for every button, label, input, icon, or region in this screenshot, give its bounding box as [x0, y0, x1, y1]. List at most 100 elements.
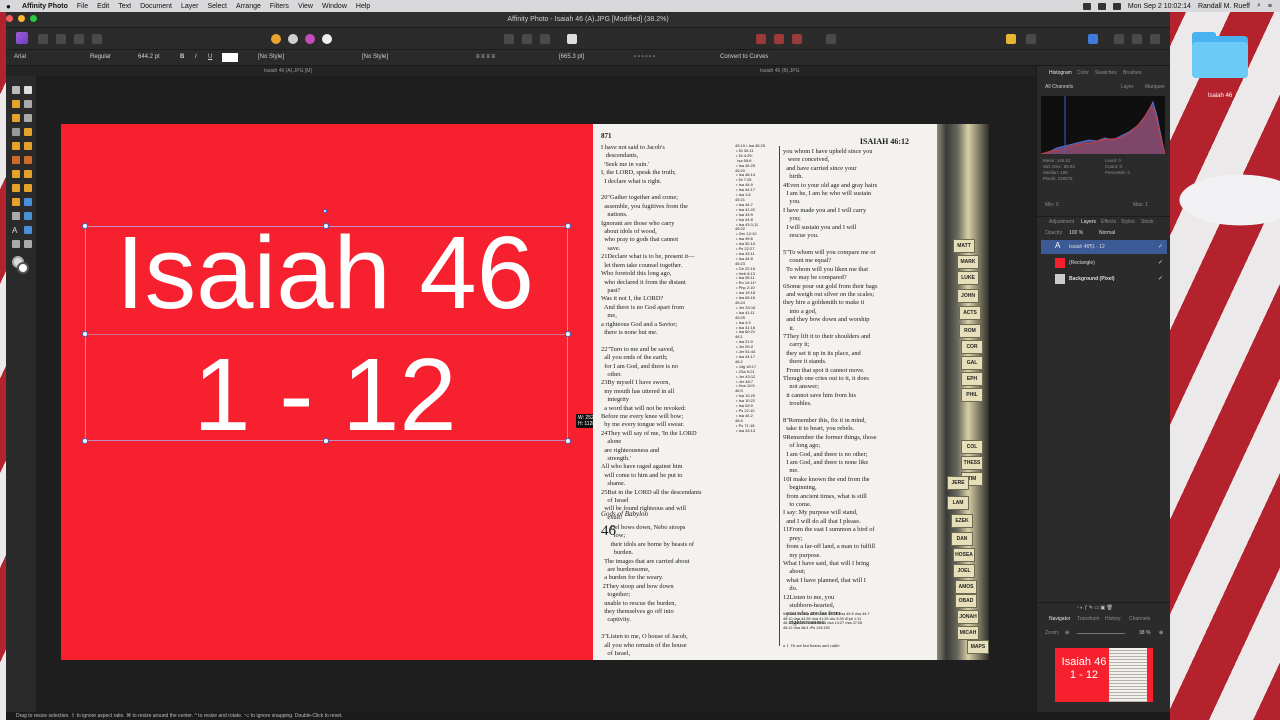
opacity-field[interactable]: 100 % [1069, 230, 1083, 236]
crop-tool-icon[interactable] [24, 100, 32, 108]
control-center-icon[interactable]: ≡ [1268, 3, 1272, 10]
dodge-brush-icon[interactable] [12, 156, 20, 164]
apple-icon[interactable]: ● [6, 2, 14, 11]
tone-mapping-persona-icon[interactable] [74, 34, 84, 44]
assistant-icon[interactable] [1006, 34, 1016, 44]
max-field[interactable]: Max: 1 [1133, 202, 1148, 208]
mask-icon[interactable] [792, 34, 802, 44]
battery-icon[interactable] [1112, 2, 1121, 10]
document[interactable]: Isaiah 46 1 - 12 W: 2525.0 px H: 1128.5 … [61, 124, 989, 660]
quick-mask-icon[interactable] [567, 34, 577, 44]
marquee-toggle[interactable]: Marquee [1145, 84, 1165, 90]
menu-select[interactable]: Select [208, 3, 227, 10]
selection-add-icon[interactable] [522, 34, 532, 44]
pixel-tool-icon[interactable] [12, 142, 20, 150]
tab-styles[interactable]: Styles [1121, 219, 1135, 225]
auto-colors-icon[interactable] [305, 34, 315, 44]
menu-window[interactable]: Window [322, 3, 347, 10]
tab-navigator[interactable]: Navigator [1049, 616, 1070, 622]
wifi-icon[interactable] [1097, 2, 1106, 10]
resize-handle-r[interactable] [565, 331, 571, 337]
clock[interactable]: Mon Sep 2 10:02:14 [1128, 3, 1191, 10]
view-tool-icon[interactable] [12, 86, 20, 94]
paragraph-style-select[interactable]: [No Style] [258, 54, 284, 60]
convert-to-curves-button[interactable]: Convert to Curves [720, 54, 768, 60]
align-buttons[interactable]: ≡ ≡ ≡ ≡ [476, 54, 495, 60]
flood-fill-icon[interactable] [24, 128, 32, 136]
menu-filters[interactable]: Filters [270, 3, 289, 10]
rotate-handle[interactable] [323, 209, 327, 213]
studio-icon[interactable] [1132, 34, 1142, 44]
layer-row-rectangle[interactable]: (Rectangle) ✓ [1041, 256, 1167, 270]
tab-brushes[interactable]: Brushes [1123, 70, 1141, 76]
channel-select[interactable]: All Channels [1045, 84, 1073, 90]
layer-action-icons[interactable]: ▫ ◐ ƒ ✎ ▭ ▣ 🗑 [1077, 605, 1113, 611]
bible-page-photo[interactable]: 871 ISAIAH 46:12 I have not said to Jaco… [593, 124, 937, 660]
snapping-options-icon[interactable] [774, 34, 784, 44]
tab-transform[interactable]: Transform [1077, 616, 1100, 622]
export-persona-icon[interactable] [92, 34, 102, 44]
share-icon[interactable] [1088, 34, 1098, 44]
selection-subtract-icon[interactable] [540, 34, 550, 44]
tab-effects[interactable]: Effects [1101, 219, 1116, 225]
zoom-value[interactable]: 38 % [1139, 630, 1150, 636]
foreground-color-icon[interactable] [17, 262, 29, 274]
pen-tool-icon[interactable] [12, 212, 20, 220]
underline-button[interactable]: U [208, 54, 212, 60]
canvas-area[interactable]: Isaiah 46 1 - 12 W: 2525.0 px H: 1128.5 … [36, 76, 1036, 712]
develop-persona-icon[interactable] [56, 34, 66, 44]
move-tool-icon[interactable] [24, 86, 32, 94]
resize-handle-l[interactable] [82, 331, 88, 337]
italic-button[interactable]: I [195, 54, 197, 60]
gradient-tool-icon[interactable] [24, 198, 32, 206]
help-icon[interactable] [1150, 34, 1160, 44]
folder-label[interactable]: Isaiah 46 [1190, 93, 1250, 99]
snapping-icon[interactable] [756, 34, 766, 44]
photo-persona-icon[interactable] [16, 32, 28, 44]
view-mode-icon[interactable] [1114, 34, 1124, 44]
resize-handle-tl[interactable] [82, 223, 88, 229]
auto-levels-icon[interactable] [271, 34, 281, 44]
tab-adjustment[interactable]: Adjustment [1049, 219, 1074, 225]
font-size-field[interactable]: 644.2 pt [138, 54, 160, 60]
menu-help[interactable]: Help [356, 3, 370, 10]
document-tab-2[interactable]: Isaiah 46 (B).JPG [760, 68, 799, 74]
font-style-select[interactable]: Regular [90, 54, 111, 60]
visibility-checkbox[interactable]: ✓ [1158, 243, 1163, 250]
burn-brush-icon[interactable] [24, 156, 32, 164]
layer-row-text[interactable]: A Isaiah 46¶1 - 12 ✓ [1041, 240, 1167, 254]
color-picker-icon[interactable] [12, 100, 20, 108]
layer-toggle[interactable]: Layer [1121, 84, 1134, 90]
navigator-preview[interactable]: Isaiah 46 1 - 12 [1055, 648, 1153, 702]
menu-layer[interactable]: Layer [181, 3, 199, 10]
tab-history[interactable]: History [1105, 616, 1121, 622]
visibility-checkbox[interactable]: ✓ [1158, 259, 1163, 266]
menu-document[interactable]: Document [140, 3, 172, 10]
layer-row-background[interactable]: Background (Pixel) ✓ [1041, 272, 1167, 286]
resize-handle-br[interactable] [565, 438, 571, 444]
resize-handle-t[interactable] [323, 223, 329, 229]
tab-swatches[interactable]: Swatches [1095, 70, 1117, 76]
tab-color[interactable]: Color [1077, 70, 1089, 76]
menu-text[interactable]: Text [118, 3, 131, 10]
zoom-out-icon[interactable]: ⊖ [1065, 630, 1069, 636]
healing-brush-icon[interactable] [24, 170, 32, 178]
marquee-tool-icon[interactable] [12, 128, 20, 136]
erase-brush-icon[interactable] [24, 142, 32, 150]
menu-view[interactable]: View [298, 3, 313, 10]
resize-handle-bl[interactable] [82, 438, 88, 444]
search-icon[interactable]: ⌕ [1257, 2, 1261, 10]
menu-edit[interactable]: Edit [97, 3, 109, 10]
sponge-brush-icon[interactable] [12, 198, 20, 206]
hand-tool-icon[interactable] [12, 240, 20, 248]
blemish-tool-icon[interactable] [12, 184, 20, 192]
resize-handle-b[interactable] [323, 438, 329, 444]
tracking-field[interactable]: [665.3 pt] [559, 54, 584, 60]
arrange-icon[interactable] [826, 34, 836, 44]
selection-mode-icon[interactable] [504, 34, 514, 44]
resize-handle-tr[interactable] [565, 223, 571, 229]
status-icon[interactable] [1082, 2, 1091, 10]
text-color-swatch[interactable] [222, 53, 238, 62]
auto-white-balance-icon[interactable] [322, 34, 332, 44]
user-name[interactable]: Randall M. Rueff [1198, 3, 1250, 10]
